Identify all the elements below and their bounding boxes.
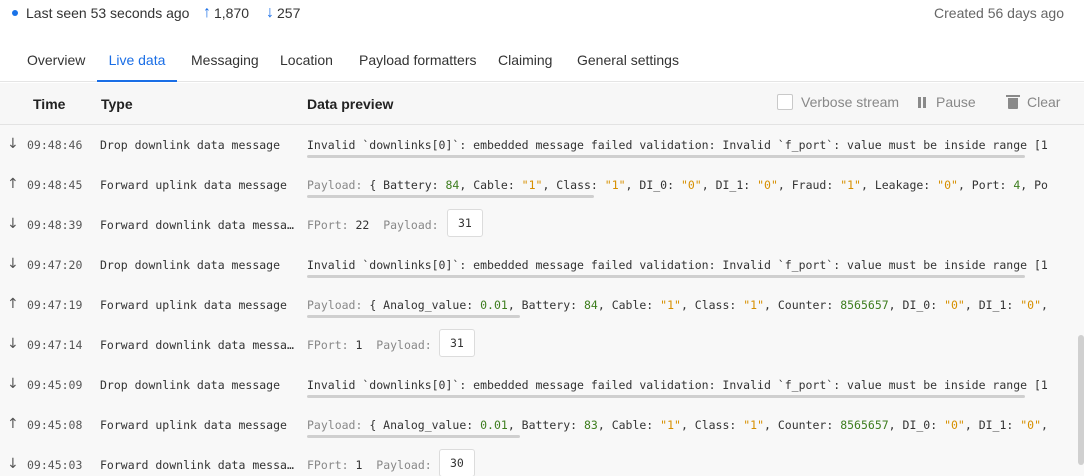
tab-claiming[interactable]: Claiming bbox=[498, 52, 552, 82]
vertical-scrollbar[interactable] bbox=[1078, 125, 1084, 476]
payload-box: 30 bbox=[439, 449, 475, 476]
table-row[interactable]: ↑ 09:45:08 Forward uplink data message P… bbox=[0, 405, 1080, 445]
row-type: Forward downlink data message bbox=[100, 458, 298, 472]
payload-box: 31 bbox=[447, 209, 483, 237]
arrow-down-icon: ↓ bbox=[7, 136, 19, 152]
table-row[interactable]: ↓ 09:47:20 Drop downlink data message In… bbox=[0, 245, 1080, 285]
row-time: 09:48:45 bbox=[27, 178, 83, 192]
tab-bar: Overview Live data Messaging Location Pa… bbox=[0, 44, 1084, 82]
uplink-counter: ↑ 1,870 bbox=[203, 4, 250, 22]
verbose-checkbox[interactable] bbox=[777, 94, 793, 110]
row-preview: Payload: { Battery: 84, Cable: "1", Clas… bbox=[307, 178, 1048, 192]
device-header: Last seen 53 seconds ago ↑ 1,870 ↓ 257 C… bbox=[0, 0, 1084, 28]
arrow-down-icon: ↓ bbox=[7, 256, 19, 272]
row-type: Forward uplink data message bbox=[100, 418, 287, 432]
row-time: 09:47:20 bbox=[27, 258, 83, 272]
tab-messaging[interactable]: Messaging bbox=[191, 52, 259, 82]
created-text: Created 56 days ago bbox=[934, 5, 1064, 21]
status-dot-icon bbox=[12, 10, 18, 16]
table-row[interactable]: ↓ 09:48:39 Forward downlink data message… bbox=[0, 205, 1080, 245]
live-data-list[interactable]: ↓ 09:48:46 Drop downlink data message In… bbox=[0, 125, 1084, 476]
downlink-counter: ↓ 257 bbox=[266, 4, 301, 22]
arrow-up-icon: ↑ bbox=[7, 416, 19, 432]
downlink-count: 257 bbox=[277, 5, 301, 21]
row-time: 09:45:09 bbox=[27, 378, 83, 392]
row-scrollbar[interactable] bbox=[307, 395, 1025, 398]
row-scrollbar[interactable] bbox=[307, 195, 594, 198]
clear-label: Clear bbox=[1027, 94, 1061, 110]
arrow-up-icon: ↑ bbox=[203, 4, 211, 21]
row-time: 09:47:19 bbox=[27, 298, 83, 312]
row-time: 09:45:08 bbox=[27, 418, 83, 432]
row-type: Forward downlink data message bbox=[100, 338, 298, 352]
verbose-label: Verbose stream bbox=[801, 94, 900, 110]
table-header: Time Type Data preview Verbose stream Pa… bbox=[0, 83, 1084, 125]
table-row[interactable]: ↓ 09:47:14 Forward downlink data message… bbox=[0, 325, 1080, 365]
row-preview: Invalid `downlinks[0]`: embedded message… bbox=[307, 138, 1048, 152]
row-time: 09:47:14 bbox=[27, 338, 83, 352]
tab-location[interactable]: Location bbox=[280, 52, 333, 82]
row-scrollbar[interactable] bbox=[307, 435, 520, 438]
tab-payload-formatters[interactable]: Payload formatters bbox=[359, 52, 477, 82]
verbose-stream-toggle[interactable]: Verbose stream bbox=[777, 94, 899, 110]
row-preview: Payload: { Analog_value: 0.01, Battery: … bbox=[307, 298, 1048, 312]
uplink-count: 1,870 bbox=[214, 5, 250, 21]
arrow-up-icon: ↑ bbox=[7, 176, 19, 192]
arrow-down-icon: ↓ bbox=[7, 456, 19, 472]
column-data-preview: Data preview bbox=[307, 96, 394, 112]
last-seen-text: Last seen 53 seconds ago bbox=[26, 5, 190, 21]
row-type: Drop downlink data message bbox=[100, 378, 281, 392]
pause-button[interactable]: Pause bbox=[918, 94, 976, 110]
row-time: 09:45:03 bbox=[27, 458, 83, 472]
row-preview: Payload: { Analog_value: 0.01, Battery: … bbox=[307, 418, 1048, 432]
scrollbar-thumb[interactable] bbox=[1078, 335, 1084, 465]
clear-button[interactable]: Clear bbox=[1006, 94, 1061, 110]
arrow-down-icon: ↓ bbox=[7, 216, 19, 232]
row-type: Drop downlink data message bbox=[100, 258, 281, 272]
pause-icon bbox=[918, 96, 928, 108]
trash-icon bbox=[1006, 95, 1020, 109]
last-seen-status: Last seen 53 seconds ago bbox=[12, 5, 189, 21]
row-preview: Invalid `downlinks[0]`: embedded message… bbox=[307, 378, 1048, 392]
row-preview: FPort: 1 Payload: bbox=[307, 338, 432, 352]
tab-general-settings[interactable]: General settings bbox=[577, 52, 679, 82]
row-type: Forward uplink data message bbox=[100, 178, 287, 192]
table-row[interactable]: ↑ 09:47:19 Forward uplink data message P… bbox=[0, 285, 1080, 325]
table-row[interactable]: ↓ 09:48:46 Drop downlink data message In… bbox=[0, 125, 1080, 165]
row-type: Drop downlink data message bbox=[100, 138, 281, 152]
pause-label: Pause bbox=[936, 94, 976, 110]
arrow-up-icon: ↑ bbox=[7, 296, 19, 312]
tab-overview[interactable]: Overview bbox=[27, 52, 85, 82]
column-type: Type bbox=[101, 96, 133, 112]
row-scrollbar[interactable] bbox=[307, 315, 520, 318]
column-time: Time bbox=[33, 96, 66, 112]
row-preview: FPort: 1 Payload: bbox=[307, 458, 432, 472]
row-type: Forward downlink data message bbox=[100, 218, 298, 232]
row-scrollbar[interactable] bbox=[307, 155, 1025, 158]
row-time: 09:48:46 bbox=[27, 138, 83, 152]
table-row[interactable]: ↓ 09:45:03 Forward downlink data message… bbox=[0, 445, 1080, 476]
arrow-down-icon: ↓ bbox=[266, 4, 274, 21]
arrow-down-icon: ↓ bbox=[7, 376, 19, 392]
table-row[interactable]: ↓ 09:45:09 Drop downlink data message In… bbox=[0, 365, 1080, 405]
table-row[interactable]: ↑ 09:48:45 Forward uplink data message P… bbox=[0, 165, 1080, 205]
payload-box: 31 bbox=[439, 329, 475, 357]
row-scrollbar[interactable] bbox=[307, 275, 1025, 278]
arrow-down-icon: ↓ bbox=[7, 336, 19, 352]
tab-live-data[interactable]: Live data bbox=[97, 52, 177, 82]
row-time: 09:48:39 bbox=[27, 218, 83, 232]
row-type: Forward uplink data message bbox=[100, 298, 287, 312]
row-preview: Invalid `downlinks[0]`: embedded message… bbox=[307, 258, 1048, 272]
row-preview: FPort: 22 Payload: bbox=[307, 218, 439, 232]
